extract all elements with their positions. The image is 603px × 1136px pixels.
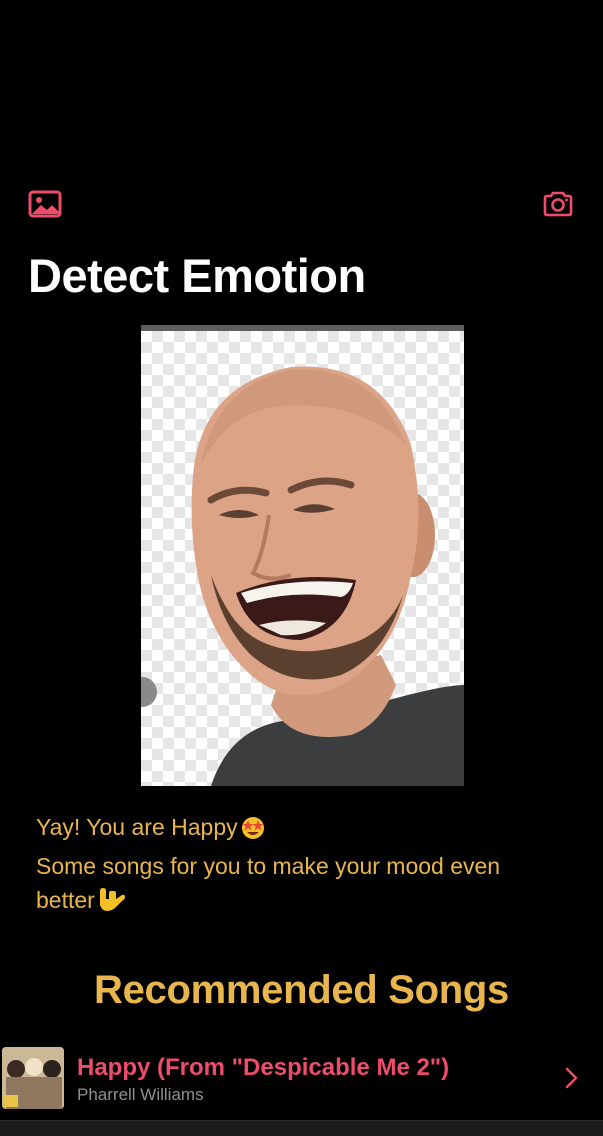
star-struck-emoji-icon [239,814,267,849]
camera-icon [543,191,573,217]
result-line-2: Some songs for you to make your mood eve… [36,853,501,879]
song-artist: Pharrell Williams [77,1085,204,1104]
album-art [2,1047,64,1109]
camera-button[interactable] [541,189,575,219]
photo-gallery-button[interactable] [28,189,62,219]
photo-gallery-icon [28,190,62,218]
result-line-1: Yay! You are Happy [36,810,576,849]
page-title: Detect Emotion [28,249,366,302]
selected-photo [141,325,464,786]
tab-bar [0,1120,603,1136]
song-list-item[interactable]: Happy (From "Despicable Me 2") Pharrell … [0,1042,603,1114]
happy-message: Yay! You are Happy [36,814,238,840]
song-title: Happy (From "Despicable Me 2") [77,1054,450,1081]
love-you-gesture-emoji-icon [96,885,126,922]
emotion-result: Yay! You are Happy Some songs for you to… [36,810,576,922]
result-line-3: better [36,883,576,922]
face-illustration [191,366,464,786]
recommended-songs-title: Recommended Songs [94,968,509,1012]
chevron-right-icon [565,1067,578,1089]
better-text: better [36,887,95,913]
